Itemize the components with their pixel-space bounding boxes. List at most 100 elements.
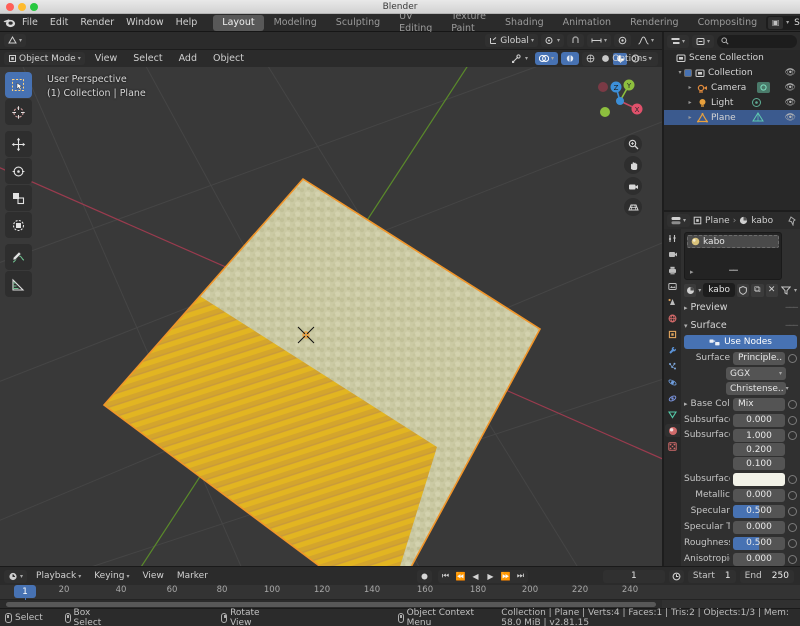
scrollbar-thumb[interactable] xyxy=(6,601,656,607)
anim-dot[interactable] xyxy=(788,415,797,425)
mesh-data-icon[interactable] xyxy=(751,112,764,123)
distribution-row[interactable]: GGX ▾ xyxy=(684,367,797,380)
menu-render[interactable]: Render xyxy=(74,14,120,32)
timeline-transport[interactable]: ⏮ ⏪ ◀ ▶ ⏩ ⏭ xyxy=(416,569,528,583)
prop-value-x[interactable]: 1.000 xyxy=(733,429,785,442)
prop-value[interactable]: 0.500 xyxy=(733,536,785,550)
visibility-eye-icon[interactable]: 👁 xyxy=(785,68,796,78)
physics-tab[interactable] xyxy=(665,376,680,389)
prop-vector-stack[interactable]: 1.000 0.200 0.100 xyxy=(733,429,785,470)
timeline-menu-playback[interactable]: Playback ▾ xyxy=(32,570,85,583)
camera-data-icon[interactable] xyxy=(756,82,770,93)
pin-icon[interactable] xyxy=(788,215,797,226)
record-button[interactable] xyxy=(416,569,432,583)
material-name-field[interactable]: kabo xyxy=(703,283,736,297)
surface-shader-anim-dot[interactable] xyxy=(788,353,797,363)
breadcrumb-object[interactable]: Plane xyxy=(705,216,730,226)
light-data-icon[interactable] xyxy=(751,97,762,108)
auto-keying-icon[interactable] xyxy=(668,569,684,583)
expand-icon[interactable]: ▸ xyxy=(690,268,694,276)
material-slot-item[interactable]: kabo xyxy=(687,235,779,248)
prop-specular-tint[interactable]: Specular Tin 0.000 xyxy=(684,520,797,534)
menu-help[interactable]: Help xyxy=(170,14,204,32)
subsurface-method-row[interactable]: Christense.. ▾ xyxy=(684,382,797,395)
prop-value[interactable]: 0.000 xyxy=(733,520,785,534)
outliner-filter-icon[interactable]: ▾ xyxy=(692,34,715,48)
pivot-point-button[interactable]: ▾ xyxy=(540,34,564,47)
outliner-row-collection[interactable]: ▾ Collection 👁 xyxy=(664,65,800,80)
new-material-icon[interactable]: ⧉ xyxy=(751,283,764,297)
timeline-frame-controls[interactable]: 1 Start 1 End 250 xyxy=(602,569,794,583)
material-datablock-row[interactable]: ▾ kabo ⧉ ✕ ▾ xyxy=(684,283,797,297)
prop-specular[interactable]: Specular 0.500 xyxy=(684,504,797,518)
viewport-menu-select[interactable]: Select xyxy=(127,50,168,68)
timeline-menu-keying[interactable]: Keying ▾ xyxy=(90,570,133,583)
view-layer-tab[interactable] xyxy=(665,280,680,293)
tab-compositing[interactable]: Compositing xyxy=(689,15,767,31)
viewport-menu-object[interactable]: Object xyxy=(207,50,250,68)
transport-group[interactable]: ⏮ ⏪ ◀ ▶ ⏩ ⏭ xyxy=(437,569,528,583)
properties-content[interactable]: kabo ▸ ━━ + − ▾ xyxy=(681,229,800,566)
properties-editor[interactable]: ▾ Plane › kabo kabo ▸ ━━ ▾ kabo ⧉ ✕ ▾ ▸ … xyxy=(664,212,800,566)
anim-dot[interactable] xyxy=(788,474,797,484)
prop-subsurface-color[interactable]: Subsurface .. xyxy=(684,472,797,486)
object-mode-dropdown[interactable]: Object Mode ▾ xyxy=(4,52,85,65)
annotate-tool[interactable] xyxy=(5,244,32,270)
constraints-tab[interactable] xyxy=(665,392,680,405)
editor-type-icon[interactable]: ▾ xyxy=(4,34,27,47)
falloff-curve-button[interactable]: ▾ xyxy=(634,34,658,47)
playhead-badge[interactable]: 1 xyxy=(14,585,36,598)
anim-dot[interactable] xyxy=(788,522,797,532)
snap-toggle-button[interactable] xyxy=(566,34,584,47)
prop-value-y[interactable]: 0.200 xyxy=(733,443,785,456)
surface-shader-value[interactable]: Principle.. xyxy=(733,351,785,365)
disclosure-icon[interactable]: ▸ xyxy=(686,99,694,106)
tab-animation[interactable]: Animation xyxy=(554,15,620,31)
current-frame-field[interactable]: 1 xyxy=(602,569,665,583)
anim-dot[interactable] xyxy=(788,431,797,440)
prop-base-color[interactable]: ▸ Base Color Mix xyxy=(684,397,797,411)
viewport-gizmo-toggle[interactable]: ▾ xyxy=(508,52,532,65)
outliner-display-icon[interactable]: ▾ xyxy=(667,34,690,48)
prop-subsurface-radius[interactable]: Subsurface .. 1.000 0.200 0.100 xyxy=(684,429,797,470)
prop-metallic[interactable]: Metallic 0.000 xyxy=(684,488,797,502)
viewport-xray-toggle[interactable] xyxy=(561,52,579,65)
outliner-row-light[interactable]: ▸ Light 👁 xyxy=(664,95,800,110)
move-tool[interactable] xyxy=(5,131,32,157)
zoom-button[interactable] xyxy=(624,135,642,153)
timeline-menu-marker[interactable]: Marker xyxy=(173,570,212,583)
material-slots-region[interactable]: kabo ▸ ━━ + − ▾ xyxy=(684,232,797,280)
rotate-tool[interactable] xyxy=(5,158,32,184)
jump-end-button[interactable]: ⏭ xyxy=(512,569,528,583)
prop-value-z[interactable]: 0.100 xyxy=(733,457,785,470)
outliner-row-plane[interactable]: ▸ Plane 👁 xyxy=(664,110,800,125)
menu-window[interactable]: Window xyxy=(120,14,169,32)
panel-preview[interactable]: ▸ Preview ─── xyxy=(684,300,798,315)
collection-checkbox[interactable] xyxy=(684,68,692,77)
disclosure-icon[interactable]: ▾ xyxy=(676,69,684,76)
tweak-select-tool[interactable] xyxy=(5,72,32,98)
prev-keyframe-button[interactable]: ⏪ xyxy=(452,569,468,583)
scene-tab[interactable] xyxy=(665,296,680,309)
outliner-row-scene-collection[interactable]: Scene Collection xyxy=(664,50,800,65)
visibility-eye-icon[interactable]: 👁 xyxy=(785,113,796,123)
node-filter-icon[interactable] xyxy=(780,284,792,297)
properties-editor-icon[interactable]: ▾ xyxy=(667,214,691,227)
cursor-tool[interactable] xyxy=(5,99,32,125)
texture-tab[interactable] xyxy=(665,440,680,453)
viewport-menu-view[interactable]: View xyxy=(89,50,124,68)
menu-edit[interactable]: Edit xyxy=(44,14,74,32)
use-nodes-button[interactable]: Use Nodes xyxy=(684,335,797,349)
anim-dot[interactable] xyxy=(788,554,797,564)
outliner-tree[interactable]: Scene Collection ▾ Collection 👁 ▸ Camera… xyxy=(664,50,800,125)
viewport-options-button[interactable]: Options ▾ xyxy=(608,50,656,67)
material-browse-icon[interactable] xyxy=(684,283,697,297)
proportional-edit-button[interactable] xyxy=(613,34,631,47)
transform-orientation-button[interactable]: Global ▾ xyxy=(485,34,538,47)
material-tab[interactable] xyxy=(665,424,680,437)
unlink-material-icon[interactable]: ✕ xyxy=(765,283,778,297)
tab-rendering[interactable]: Rendering xyxy=(621,15,688,31)
world-tab[interactable] xyxy=(665,312,680,325)
scale-tool[interactable] xyxy=(5,185,32,211)
panel-surface[interactable]: ▾ Surface ─── xyxy=(684,318,798,333)
